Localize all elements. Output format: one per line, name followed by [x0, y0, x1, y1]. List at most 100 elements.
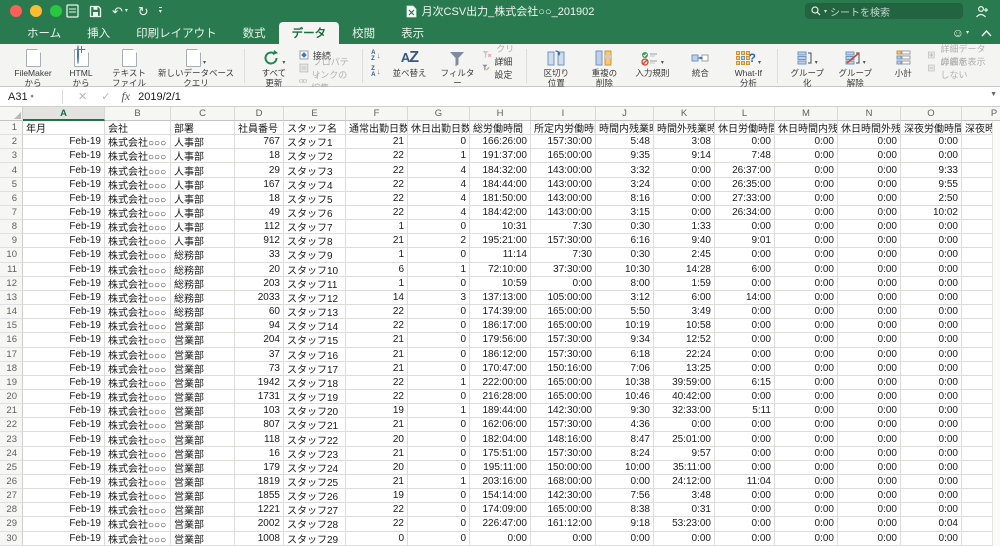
cell-N12[interactable]: 0:00	[838, 277, 901, 291]
cell-K2[interactable]: 3:08	[654, 135, 715, 149]
row-header-9[interactable]: 9	[0, 234, 23, 248]
cell-L24[interactable]: 0:00	[715, 447, 775, 461]
cell-G14[interactable]: 0	[408, 305, 470, 319]
cell-N6[interactable]: 0:00	[838, 192, 901, 206]
cell-D26[interactable]: 1819	[235, 475, 284, 489]
cell-E22[interactable]: スタッフ21	[284, 418, 346, 432]
cell-K18[interactable]: 13:25	[654, 362, 715, 376]
dropdown-icon[interactable]: ▾	[661, 59, 664, 66]
cell-M22[interactable]: 0:00	[775, 418, 838, 432]
cell-E24[interactable]: スタッフ23	[284, 447, 346, 461]
cell-B9[interactable]: 株式会社○○○	[105, 234, 171, 248]
cell-F23[interactable]: 20	[346, 432, 408, 446]
cell-M12[interactable]: 0:00	[775, 277, 838, 291]
cell-D21[interactable]: 103	[235, 404, 284, 418]
column-header-P[interactable]: P	[962, 107, 1000, 121]
cell-D2[interactable]: 767	[235, 135, 284, 149]
tab-home[interactable]: ホーム	[14, 22, 74, 44]
cell-K15[interactable]: 10:58	[654, 319, 715, 333]
cell-O23[interactable]: 0:00	[901, 432, 962, 446]
cell-B30[interactable]: 株式会社○○○	[105, 532, 171, 546]
cell-G30[interactable]: 0	[408, 532, 470, 546]
cell-L11[interactable]: 6:00	[715, 263, 775, 277]
cell-M29[interactable]: 0:00	[775, 517, 838, 531]
row-header-28[interactable]: 28	[0, 503, 23, 517]
cell-C6[interactable]: 人事部	[171, 192, 235, 206]
cell-D29[interactable]: 2002	[235, 517, 284, 531]
cell-M13[interactable]: 0:00	[775, 291, 838, 305]
column-header-E[interactable]: E	[284, 107, 346, 121]
cell-H3[interactable]: 191:37:00	[470, 149, 531, 163]
cell-D23[interactable]: 118	[235, 432, 284, 446]
cell-J3[interactable]: 9:35	[596, 149, 654, 163]
row-header-1[interactable]: 1	[0, 121, 23, 135]
cell-C27[interactable]: 営業部	[171, 489, 235, 503]
what-if-analysis-button[interactable]: ? ▾ What-If 分析	[725, 47, 771, 89]
row-header-15[interactable]: 15	[0, 319, 23, 333]
cell-M16[interactable]: 0:00	[775, 333, 838, 347]
cell-B7[interactable]: 株式会社○○○	[105, 206, 171, 220]
cell-L26[interactable]: 11:04	[715, 475, 775, 489]
cell-C2[interactable]: 人事部	[171, 135, 235, 149]
cell-F19[interactable]: 22	[346, 376, 408, 390]
cell-E23[interactable]: スタッフ22	[284, 432, 346, 446]
column-header-C[interactable]: C	[171, 107, 235, 121]
cell-C8[interactable]: 人事部	[171, 220, 235, 234]
cell-E3[interactable]: スタッフ2	[284, 149, 346, 163]
cell-H23[interactable]: 182:04:00	[470, 432, 531, 446]
cell-L28[interactable]: 0:00	[715, 503, 775, 517]
cell-N4[interactable]: 0:00	[838, 163, 901, 177]
cell-D17[interactable]: 37	[235, 348, 284, 362]
cell-G3[interactable]: 1	[408, 149, 470, 163]
row-header-8[interactable]: 8	[0, 220, 23, 234]
cell-B21[interactable]: 株式会社○○○	[105, 404, 171, 418]
feedback-smiley-button[interactable]: ☺▾	[952, 27, 969, 39]
cell-A27[interactable]: Feb-19	[23, 489, 105, 503]
cell-D10[interactable]: 33	[235, 248, 284, 262]
cell-G24[interactable]: 0	[408, 447, 470, 461]
cell-N8[interactable]: 0:00	[838, 220, 901, 234]
cell-A6[interactable]: Feb-19	[23, 192, 105, 206]
cell-H17[interactable]: 186:12:00	[470, 348, 531, 362]
cell-E19[interactable]: スタッフ18	[284, 376, 346, 390]
cell-D11[interactable]: 20	[235, 263, 284, 277]
cell-C26[interactable]: 営業部	[171, 475, 235, 489]
cell-I14[interactable]: 165:00:00	[531, 305, 596, 319]
cell-K28[interactable]: 0:31	[654, 503, 715, 517]
refresh-all-button[interactable]: ▾ すべて 更新	[251, 47, 297, 89]
cell-O9[interactable]: 0:00	[901, 234, 962, 248]
cell-K10[interactable]: 2:45	[654, 248, 715, 262]
row-header-5[interactable]: 5	[0, 178, 23, 192]
cell-G5[interactable]: 4	[408, 178, 470, 192]
cell-A28[interactable]: Feb-19	[23, 503, 105, 517]
cell-J12[interactable]: 8:00	[596, 277, 654, 291]
cell-H20[interactable]: 216:28:00	[470, 390, 531, 404]
cell-K24[interactable]: 9:57	[654, 447, 715, 461]
close-window-button[interactable]	[10, 5, 22, 17]
cell-N9[interactable]: 0:00	[838, 234, 901, 248]
redo-button[interactable]: ↻	[138, 5, 149, 18]
cell-J20[interactable]: 10:46	[596, 390, 654, 404]
cell-L5[interactable]: 26:35:00	[715, 178, 775, 192]
cell-O27[interactable]: 0:00	[901, 489, 962, 503]
cell-N14[interactable]: 0:00	[838, 305, 901, 319]
cell-J17[interactable]: 6:18	[596, 348, 654, 362]
cell-O13[interactable]: 0:00	[901, 291, 962, 305]
cell-M8[interactable]: 0:00	[775, 220, 838, 234]
cell-M17[interactable]: 0:00	[775, 348, 838, 362]
tab-page-layout[interactable]: 印刷レイアウト	[123, 22, 230, 44]
cell-N24[interactable]: 0:00	[838, 447, 901, 461]
cell-I6[interactable]: 143:00:00	[531, 192, 596, 206]
row-header-30[interactable]: 30	[0, 532, 23, 546]
cell-A30[interactable]: Feb-19	[23, 532, 105, 546]
cell-K20[interactable]: 40:42:00	[654, 390, 715, 404]
cell-N23[interactable]: 0:00	[838, 432, 901, 446]
cell-I19[interactable]: 165:00:00	[531, 376, 596, 390]
cell-F25[interactable]: 20	[346, 461, 408, 475]
cell-M18[interactable]: 0:00	[775, 362, 838, 376]
row-header-26[interactable]: 26	[0, 475, 23, 489]
cell-H24[interactable]: 175:51:00	[470, 447, 531, 461]
cell-D6[interactable]: 18	[235, 192, 284, 206]
cell-E14[interactable]: スタッフ13	[284, 305, 346, 319]
cell-N28[interactable]: 0:00	[838, 503, 901, 517]
